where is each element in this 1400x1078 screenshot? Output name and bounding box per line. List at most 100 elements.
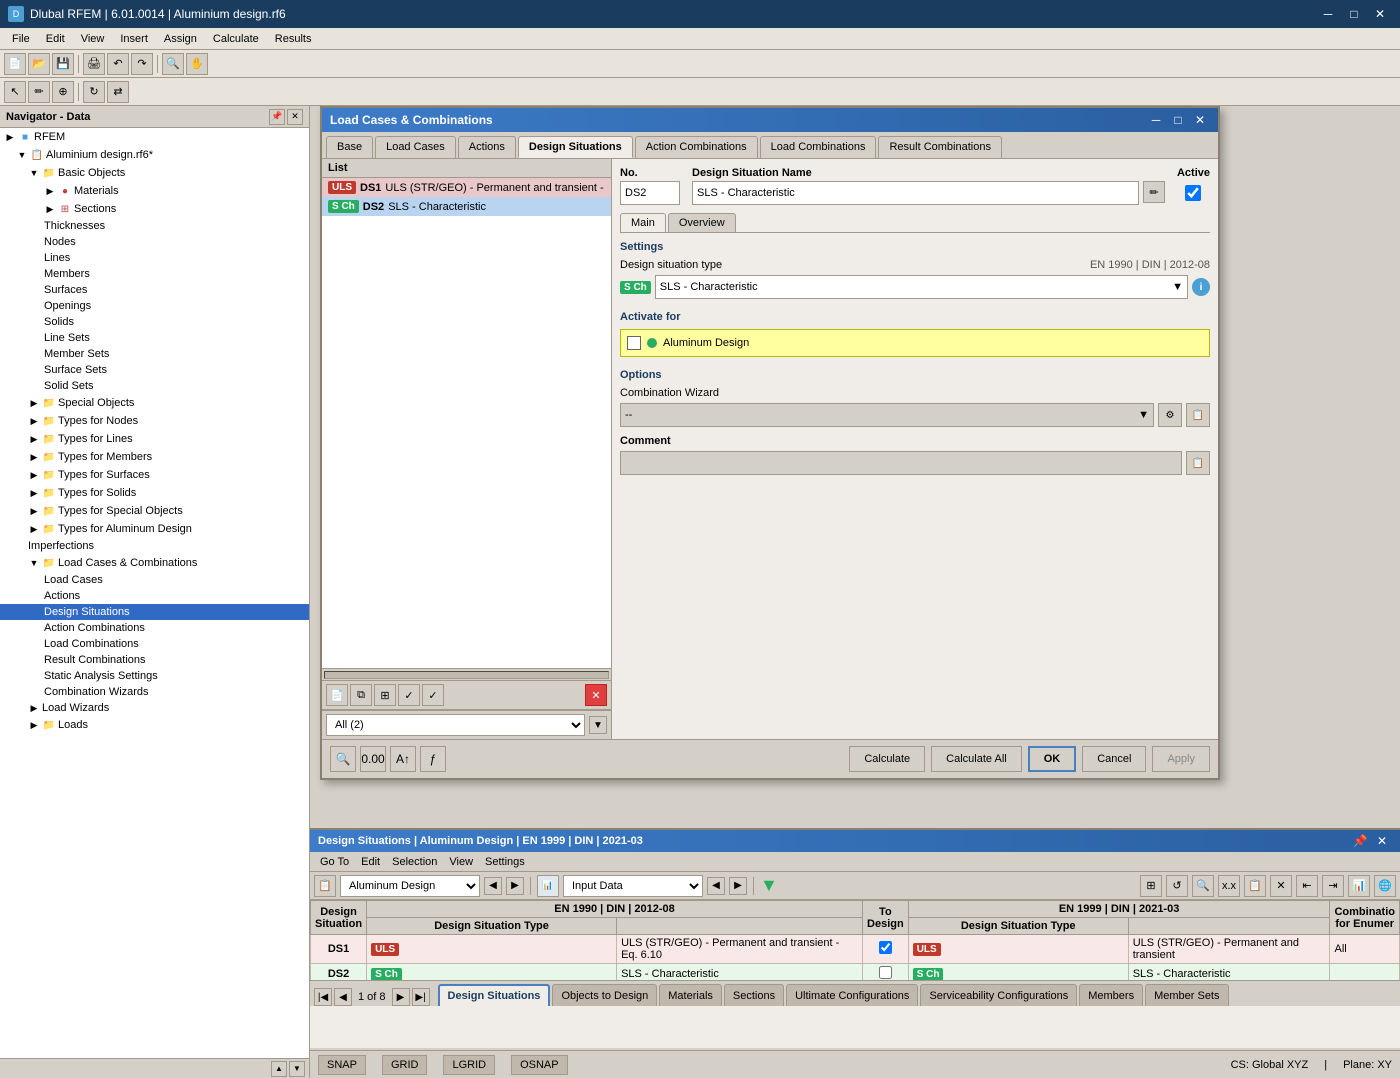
table-row-ds1[interactable]: DS1 ULS ULS (STR/GEO) - Permanent and tr… xyxy=(311,935,1400,964)
tab-actions[interactable]: Actions xyxy=(458,136,516,158)
comment-input[interactable] xyxy=(620,451,1182,475)
lcc-arrow[interactable]: ▼ xyxy=(28,557,40,569)
ts-arrow[interactable]: ▶ xyxy=(28,469,40,481)
bottom-prev2-btn[interactable]: ◀ xyxy=(707,877,725,895)
undo-btn[interactable]: ↶ xyxy=(107,53,129,75)
ok-btn[interactable]: OK xyxy=(1028,746,1077,772)
new-btn[interactable]: 📄 xyxy=(4,53,26,75)
nav-close-btn[interactable]: ✕ xyxy=(287,109,303,125)
bottom-menu-goto[interactable]: Go To xyxy=(314,854,355,870)
mat-arrow[interactable]: ▶ xyxy=(44,185,56,197)
lw-arrow[interactable]: ▶ xyxy=(28,702,40,714)
footer-format-btn[interactable]: A↑ xyxy=(390,746,416,772)
bottom-tool-5[interactable]: 📋 xyxy=(1244,875,1266,897)
menu-view[interactable]: View xyxy=(73,31,113,47)
nav-item-combo-wizards[interactable]: Combination Wizards xyxy=(0,684,309,700)
nav-item-line-sets[interactable]: Line Sets xyxy=(0,330,309,346)
footer-formula-btn[interactable]: ƒ xyxy=(420,746,446,772)
list-copy2-btn[interactable]: ⊞ xyxy=(374,684,396,706)
list-paste-btn[interactable]: ✓ xyxy=(398,684,420,706)
nav-item-result-combos[interactable]: Result Combinations xyxy=(0,652,309,668)
tn-arrow[interactable]: ▶ xyxy=(28,415,40,427)
save-btn[interactable]: 💾 xyxy=(52,53,74,75)
nav-item-design-situations[interactable]: Design Situations xyxy=(0,604,309,620)
list-copy-btn[interactable]: ⧉ xyxy=(350,684,372,706)
bottom-prev-btn[interactable]: ◀ xyxy=(484,877,502,895)
footer-search-btn[interactable]: 🔍 xyxy=(330,746,356,772)
menu-assign[interactable]: Assign xyxy=(156,31,205,47)
cancel-btn[interactable]: Cancel xyxy=(1082,746,1146,772)
list-item-ds1[interactable]: ULS DS1 ULS (STR/GEO) - Permanent and tr… xyxy=(322,178,611,197)
list-dropdown[interactable]: All (2) xyxy=(326,714,585,736)
minimize-button[interactable]: ─ xyxy=(1316,4,1340,24)
list-delete-btn[interactable]: ✕ xyxy=(585,684,607,706)
menu-calculate[interactable]: Calculate xyxy=(205,31,267,47)
footer-num-btn[interactable]: 0.00 xyxy=(360,746,386,772)
page-prev-btn[interactable]: ◀ xyxy=(334,988,352,1006)
list-hscroll[interactable] xyxy=(322,668,611,680)
nav-item-project[interactable]: ▼ 📋 Aluminium design.rf6* xyxy=(0,146,309,164)
btab-ultimate-configs[interactable]: Ultimate Configurations xyxy=(786,984,918,1006)
pan-btn[interactable]: ✋ xyxy=(186,53,208,75)
nav-item-action-combos[interactable]: Action Combinations xyxy=(0,620,309,636)
menu-edit[interactable]: Edit xyxy=(38,31,73,47)
status-lgrid[interactable]: LGRID xyxy=(443,1055,495,1075)
bottom-tool-10[interactable]: 🌐 xyxy=(1374,875,1396,897)
nav-item-solids[interactable]: Solids xyxy=(0,314,309,330)
nav-item-surfaces[interactable]: Surfaces xyxy=(0,282,309,298)
nav-item-thicknesses[interactable]: Thicknesses xyxy=(0,218,309,234)
status-grid[interactable]: GRID xyxy=(382,1055,428,1075)
nav-item-materials[interactable]: ▶ ● Materials xyxy=(0,182,309,200)
nav-item-actions[interactable]: Actions xyxy=(0,588,309,604)
btab-member-sets[interactable]: Member Sets xyxy=(1145,984,1228,1006)
combo-wizard-btn1[interactable]: ⚙ xyxy=(1158,403,1182,427)
page-last-btn[interactable]: ▶| xyxy=(412,988,430,1006)
nav-item-types-nodes[interactable]: ▶ 📁 Types for Nodes xyxy=(0,412,309,430)
close-button[interactable]: ✕ xyxy=(1368,4,1392,24)
apply-btn[interactable]: Apply xyxy=(1152,746,1210,772)
calculate-all-btn[interactable]: Calculate All xyxy=(931,746,1022,772)
bottom-menu-settings[interactable]: Settings xyxy=(479,854,531,870)
nav-item-members[interactable]: Members xyxy=(0,266,309,282)
window-controls[interactable]: ─ □ ✕ xyxy=(1316,4,1392,24)
bottom-tool-9[interactable]: 📊 xyxy=(1348,875,1370,897)
talu-arrow[interactable]: ▶ xyxy=(28,523,40,535)
bottom-close-btn[interactable]: ✕ xyxy=(1372,832,1392,850)
combo-wizard-btn2[interactable]: 📋 xyxy=(1186,403,1210,427)
bottom-tool-7[interactable]: ⇤ xyxy=(1296,875,1318,897)
bottom-tool-4[interactable]: x.x xyxy=(1218,875,1240,897)
nav-item-basic-objects[interactable]: ▼ 📁 Basic Objects xyxy=(0,164,309,182)
hscroll-thumb[interactable] xyxy=(324,671,609,679)
bottom-tool-8[interactable]: ⇥ xyxy=(1322,875,1344,897)
info-icon[interactable]: i xyxy=(1192,278,1210,296)
bottom-tool-2[interactable]: ↺ xyxy=(1166,875,1188,897)
tsp-arrow[interactable]: ▶ xyxy=(28,505,40,517)
nav-item-types-surfaces[interactable]: ▶ 📁 Types for Surfaces xyxy=(0,466,309,484)
nav-item-types-lines[interactable]: ▶ 📁 Types for Lines xyxy=(0,430,309,448)
nav-item-special-objects[interactable]: ▶ 📁 Special Objects xyxy=(0,394,309,412)
basic-arrow[interactable]: ▼ xyxy=(28,167,40,179)
btab-design-situations[interactable]: Design Situations xyxy=(438,984,551,1006)
loads-arrow[interactable]: ▶ xyxy=(28,719,40,731)
mirror-btn[interactable]: ⇄ xyxy=(107,81,129,103)
bottom-next2-btn[interactable]: ▶ xyxy=(729,877,747,895)
list-paste2-btn[interactable]: ✓ xyxy=(422,684,444,706)
btab-members[interactable]: Members xyxy=(1079,984,1143,1006)
bottom-menu-selection[interactable]: Selection xyxy=(386,854,443,870)
page-first-btn[interactable]: |◀ xyxy=(314,988,332,1006)
bottom-tool-6[interactable]: ✕ xyxy=(1270,875,1292,897)
tab-base[interactable]: Base xyxy=(326,136,373,158)
tl-arrow[interactable]: ▶ xyxy=(28,433,40,445)
calculate-btn[interactable]: Calculate xyxy=(849,746,925,772)
nav-item-load-wizards[interactable]: ▶ Load Wizards xyxy=(0,700,309,716)
data-table-scroll[interactable]: DesignSituation EN 1990 | DIN | 2012-08 … xyxy=(310,900,1400,980)
page-next-btn[interactable]: ▶ xyxy=(392,988,410,1006)
rotate-btn[interactable]: ↻ xyxy=(83,81,105,103)
btab-sections[interactable]: Sections xyxy=(724,984,784,1006)
nav-item-lcc[interactable]: ▼ 📁 Load Cases & Combinations xyxy=(0,554,309,572)
bottom-menu-view[interactable]: View xyxy=(443,854,479,870)
nav-pin-btn[interactable]: 📌 xyxy=(269,109,285,125)
nav-item-openings[interactable]: Openings xyxy=(0,298,309,314)
activate-aluminum-checkbox[interactable] xyxy=(627,336,641,350)
nav-item-load-cases[interactable]: Load Cases xyxy=(0,572,309,588)
